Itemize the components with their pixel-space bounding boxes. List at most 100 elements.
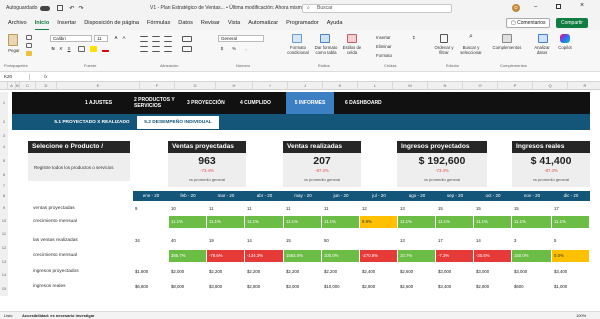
table-cell[interactable]: -7.3% [436, 250, 473, 262]
menu-automatizar[interactable]: Automatizar [248, 16, 278, 30]
column-header[interactable]: E [57, 82, 140, 90]
table-cell[interactable] [133, 250, 168, 262]
table-cell[interactable]: 15 [474, 203, 511, 215]
currency-icon[interactable]: $ [218, 46, 226, 51]
bold-icon[interactable]: N [50, 46, 56, 51]
table-cell[interactable]: 11.1% [552, 216, 589, 228]
addins-icon[interactable] [502, 34, 512, 43]
close-icon[interactable]: × [580, 2, 584, 9]
column-header[interactable]: F [140, 82, 175, 90]
sort-filter-icon[interactable] [440, 34, 448, 43]
column-header[interactable]: C [20, 82, 36, 90]
table-cell[interactable]: 14 [245, 235, 283, 247]
minimize-icon[interactable]: – [534, 4, 537, 10]
formula-input[interactable] [56, 73, 596, 81]
table-cell[interactable]: $3,400 [552, 266, 589, 278]
cut-icon[interactable] [26, 35, 32, 40]
table-cell[interactable] [133, 216, 168, 228]
table-cell[interactable]: $2,200 [207, 266, 244, 278]
column-header[interactable]: A [8, 82, 16, 90]
sort-filter-label[interactable]: Ordenar y filtrar [432, 45, 456, 55]
redo-icon[interactable]: ↷ [78, 5, 83, 12]
row-number[interactable]: 9 [0, 201, 8, 214]
decrease-font-icon[interactable]: A [120, 35, 128, 40]
tab-productos[interactable]: 2 PRODUCTOS Y SERVICIOS [134, 92, 180, 114]
autosave-toggle[interactable] [40, 5, 51, 11]
row-number[interactable]: 4 [0, 141, 8, 153]
table-cell[interactable]: $6,800 [133, 281, 168, 293]
table-cell[interactable]: 11.1% [322, 216, 359, 228]
find-select-label[interactable]: Buscar y seleccionar [458, 45, 484, 55]
table-cell[interactable]: 15 [436, 203, 473, 215]
table-cell[interactable]: 11.1% [284, 216, 321, 228]
table-cell[interactable]: $2,800 [360, 281, 397, 293]
table-cell[interactable]: $8,000 [169, 281, 206, 293]
align-center-icon[interactable] [152, 46, 160, 52]
row-number[interactable]: 2 [0, 114, 8, 130]
table-cell[interactable]: 10 [169, 203, 206, 215]
zoom-level[interactable]: 100% [576, 312, 586, 319]
table-cell[interactable]: -270.8% [360, 250, 397, 262]
align-top-icon[interactable] [140, 36, 148, 42]
menu-archivo[interactable]: Archivo [8, 16, 27, 30]
save-icon[interactable] [57, 5, 64, 11]
column-header[interactable]: N [428, 82, 463, 90]
table-cell[interactable]: 0.0% [552, 250, 589, 262]
table-cell[interactable]: $2,600 [398, 281, 435, 293]
row-number[interactable]: 8 [0, 191, 8, 201]
menu-vista[interactable]: Vista [228, 16, 240, 30]
find-icon[interactable]: ⌕ [466, 33, 476, 40]
table-cell[interactable] [360, 235, 397, 247]
table-cell[interactable]: 14 [474, 235, 511, 247]
tab-informes[interactable]: 5 INFORMES [286, 92, 334, 114]
borders-icon[interactable] [78, 46, 85, 52]
row-number[interactable]: 15 [0, 282, 8, 296]
table-cell[interactable]: 10.7% [398, 250, 435, 262]
table-cell[interactable]: $3,000 [474, 266, 511, 278]
font-name-field[interactable]: Calibri [50, 35, 92, 42]
table-cell[interactable]: $600 [512, 281, 551, 293]
align-left-icon[interactable] [140, 46, 148, 52]
table-cell[interactable]: 9.9% [360, 216, 397, 228]
accessibility-status[interactable]: Accesibilidad: es necesario investigar [22, 312, 94, 319]
table-cell[interactable]: 11.1% [398, 216, 435, 228]
table-cell[interactable]: 11.1% [474, 216, 511, 228]
row-number[interactable]: 12 [0, 241, 8, 255]
paste-icon[interactable] [8, 34, 18, 46]
column-header[interactable]: J [288, 82, 323, 90]
table-cell[interactable]: 11 [245, 203, 283, 215]
table-cell[interactable]: 5 [552, 235, 589, 247]
column-header[interactable]: Q [533, 82, 568, 90]
conditional-format-icon[interactable] [292, 34, 302, 43]
table-cell[interactable]: 13 [398, 203, 435, 215]
analyze-data-icon[interactable] [538, 34, 548, 43]
table-cell[interactable]: 100.0% [322, 250, 359, 262]
format-painter-icon[interactable] [26, 51, 32, 56]
table-cell[interactable]: 12 [360, 203, 397, 215]
tab-ajustes[interactable]: 1 AJUSTES [85, 92, 125, 114]
table-cell[interactable]: $2,800 [245, 281, 283, 293]
column-header[interactable]: D [36, 82, 57, 90]
column-header[interactable]: O [463, 82, 498, 90]
subtab-proyectado[interactable]: 5.1 PROYECTADO X REALIZADO [50, 116, 134, 129]
font-size-field[interactable]: 11 [94, 35, 108, 42]
menu-programador[interactable]: Programador [286, 16, 319, 30]
table-cell[interactable]: $1,800 [133, 266, 168, 278]
table-cell[interactable]: 13 [398, 235, 435, 247]
row-number[interactable]: 7 [0, 181, 8, 191]
avatar[interactable]: D [512, 4, 520, 12]
table-cell[interactable]: 11 [284, 203, 321, 215]
table-cell[interactable]: 17 [552, 203, 589, 215]
insert-cells-button[interactable]: Insertar [376, 35, 406, 40]
copilot-icon[interactable] [560, 34, 570, 43]
column-header[interactable]: R [568, 82, 600, 90]
number-format-field[interactable]: General [218, 35, 264, 42]
fx-icon[interactable]: fx [44, 74, 48, 80]
copy-icon[interactable] [26, 43, 32, 48]
table-cell[interactable]: 11.1% [436, 216, 473, 228]
align-bottom-icon[interactable] [164, 36, 172, 42]
table-cell[interactable]: 15 [284, 235, 321, 247]
column-header[interactable]: M [393, 82, 428, 90]
table-cell[interactable]: 11.1% [512, 216, 551, 228]
table-cell[interactable]: 40 [169, 235, 206, 247]
